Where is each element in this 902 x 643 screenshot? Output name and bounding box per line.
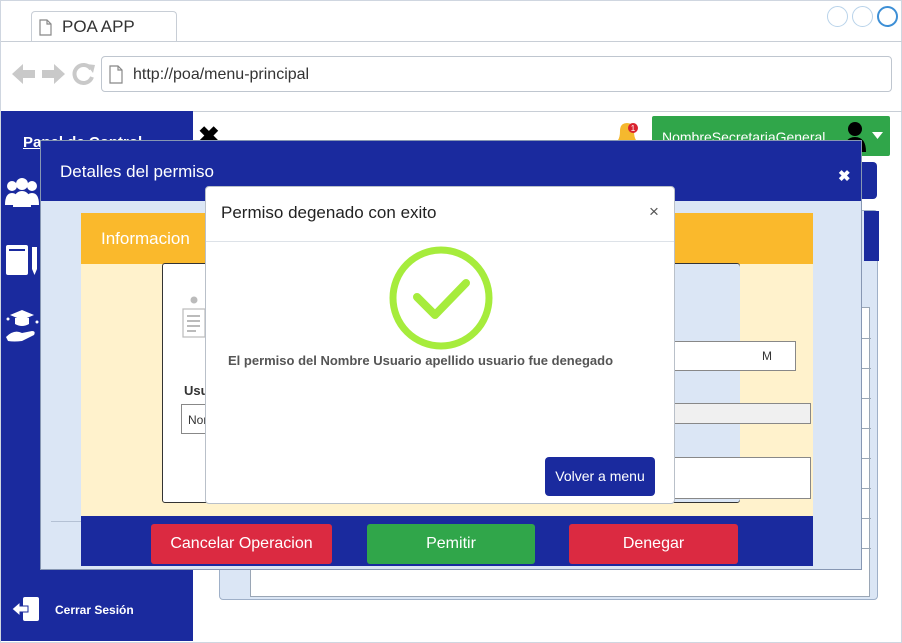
divider	[51, 521, 81, 522]
details-close-icon[interactable]: ✖	[838, 167, 851, 185]
logout-label: Cerrar Sesión	[55, 603, 134, 617]
chevron-down-icon	[872, 132, 883, 139]
close-window-button[interactable]	[877, 6, 898, 27]
tab-title: POA APP	[62, 17, 135, 36]
cancel-operation-button[interactable]: Cancelar Operacion	[151, 524, 332, 564]
graduate-hand-icon[interactable]	[4, 307, 40, 343]
success-check-icon	[389, 246, 493, 350]
success-close-icon[interactable]: ×	[649, 202, 659, 222]
back-to-menu-button[interactable]: Volver a menu	[545, 457, 655, 496]
reload-icon[interactable]	[72, 62, 96, 86]
maximize-button[interactable]	[852, 6, 873, 27]
permit-button[interactable]: Pemitir	[367, 524, 535, 564]
page-icon	[39, 19, 52, 36]
background-panel-header	[864, 211, 879, 261]
browser-tab[interactable]: POA APP	[31, 11, 177, 42]
logout-icon	[11, 597, 39, 621]
users-icon[interactable]	[4, 177, 40, 209]
minimize-button[interactable]	[827, 6, 848, 27]
success-modal-header: Permiso degenado con exito ×	[206, 187, 674, 242]
tab-divider	[1, 41, 902, 42]
forward-arrow-icon[interactable]	[41, 63, 65, 85]
notebook-pencil-icon[interactable]	[4, 243, 40, 277]
url-text: http://poa/menu-principal	[133, 66, 310, 83]
deny-button[interactable]: Denegar	[569, 524, 738, 564]
document-icon	[182, 296, 206, 338]
success-modal: Permiso degenado con exito × El permiso …	[205, 186, 675, 504]
time-field-value: M	[762, 349, 772, 363]
address-bar[interactable]: http://poa/menu-principal	[101, 56, 892, 92]
page-icon	[109, 65, 123, 84]
back-arrow-icon[interactable]	[12, 63, 36, 85]
details-modal-title: Detalles del permiso	[60, 162, 215, 181]
background-header-bar	[862, 162, 877, 199]
success-modal-title: Permiso degenado con exito	[221, 203, 437, 222]
info-card-title: Informacion	[101, 229, 190, 248]
success-message: El permiso del Nombre Usuario apellido u…	[228, 353, 614, 368]
notification-count: 1	[631, 124, 636, 133]
info-card-footer: Cancelar Operacion Pemitir Denegar	[81, 516, 813, 566]
